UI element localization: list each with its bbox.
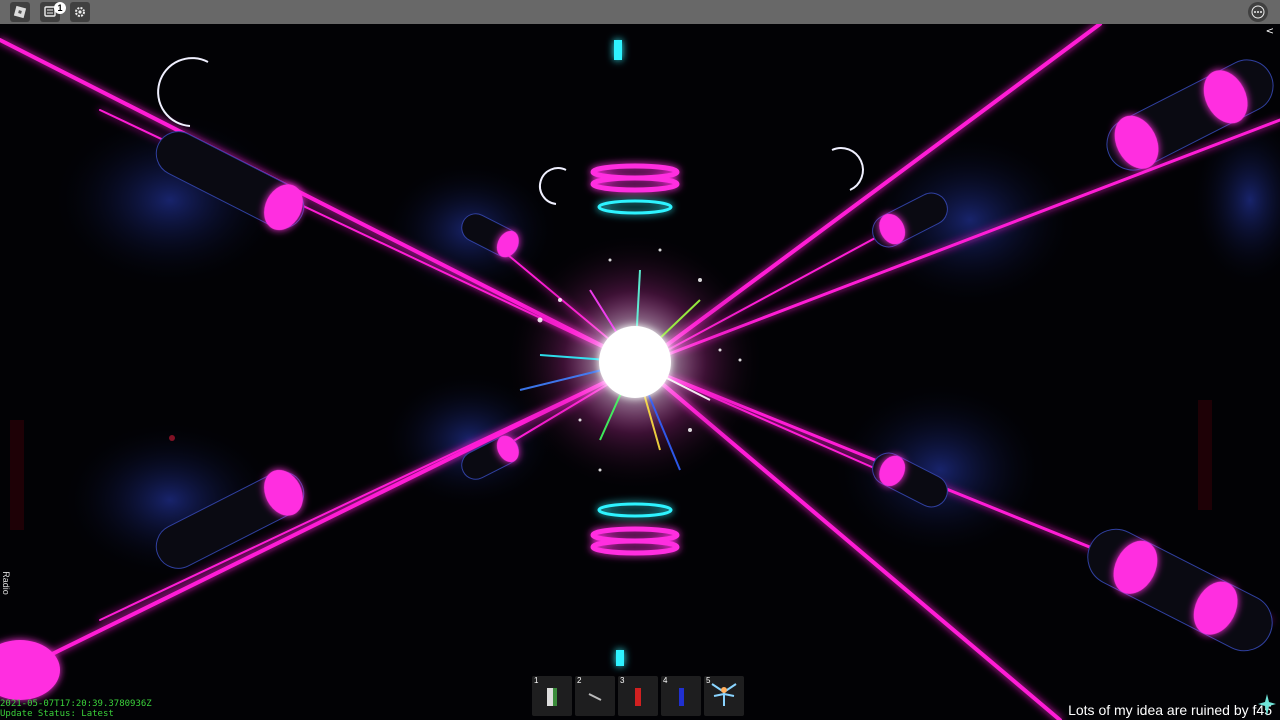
winged-creature-icon [711,683,737,706]
radio-toggle[interactable]: Radio [1,571,11,595]
roblox-topbar: 1 [0,0,1280,24]
hotbar-slot-3[interactable]: 3 [618,676,658,716]
energy-burst [505,232,765,492]
hotbar: 1 2 3 4 5 [532,676,744,716]
debug-info: 2021-05-07T17:20:39.3780936Z Update Stat… [0,699,152,719]
gear-icon[interactable] [70,2,90,22]
ellipsis-icon[interactable] [1248,2,1268,22]
dark-tool-icon [588,693,602,701]
hotbar-slot-5[interactable]: 5 [704,676,744,716]
roblox-logo-icon[interactable] [10,2,30,22]
hotbar-slot-1[interactable]: 1 [532,676,572,716]
game-viewport[interactable] [0,24,1280,720]
hotbar-slot-2[interactable]: 2 [575,676,615,716]
blue-tool-icon [679,688,684,706]
update-status: Update Status: Latest [0,709,114,719]
red-tool-icon [635,688,641,706]
debug-timestamp: 2021-05-07T17:20:39.3780936Z [0,699,152,709]
green-white-tool-icon [547,688,557,706]
collapse-chevron-icon[interactable]: < [1266,26,1274,37]
chat-message: Lots of my idea are ruined by f45 [1068,702,1272,718]
notification-badge: 1 [54,2,66,14]
sparkle-icon [1258,694,1276,716]
hotbar-slot-4[interactable]: 4 [661,676,701,716]
